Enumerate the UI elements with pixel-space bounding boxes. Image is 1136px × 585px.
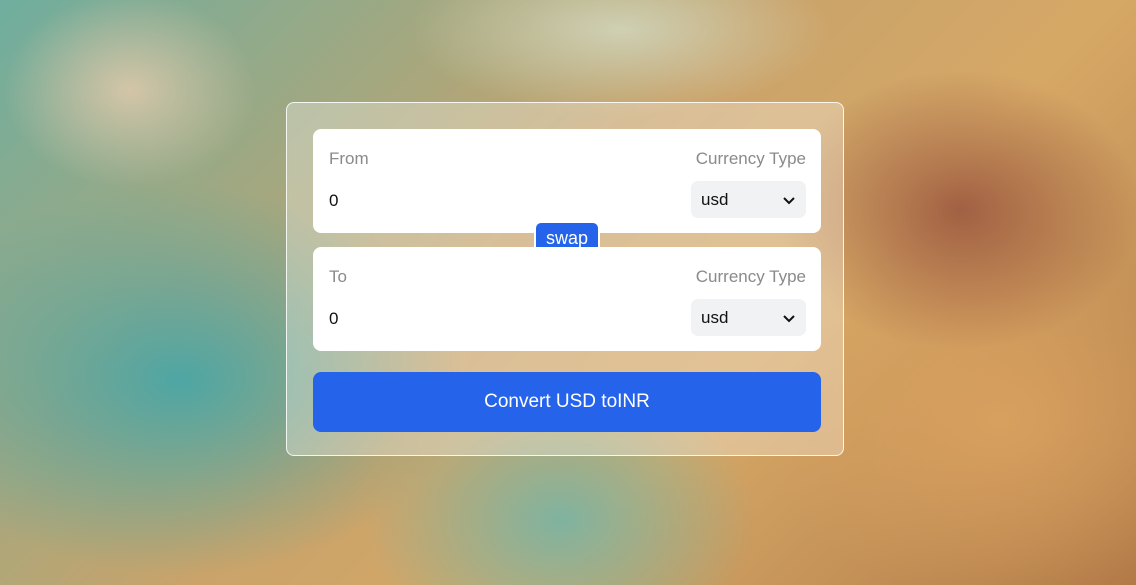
from-label: From bbox=[329, 149, 369, 168]
from-currency-select[interactable]: usd bbox=[691, 181, 806, 218]
to-currency-value: usd bbox=[701, 307, 729, 327]
from-section: From Currency Type 0 usd bbox=[313, 129, 821, 233]
from-currency-type-label: Currency Type bbox=[695, 149, 806, 168]
convert-button[interactable]: Convert USD toINR bbox=[313, 372, 821, 432]
to-currency-select[interactable]: usd bbox=[691, 299, 806, 336]
to-label: To bbox=[329, 267, 347, 286]
chevron-down-icon bbox=[783, 196, 795, 204]
from-currency-value: usd bbox=[701, 189, 729, 209]
to-amount-input[interactable]: 0 bbox=[329, 307, 629, 331]
chevron-down-icon bbox=[783, 314, 795, 322]
to-section: To Currency Type 0 usd bbox=[313, 247, 821, 351]
from-amount-input[interactable]: 0 bbox=[329, 189, 629, 213]
converter-card: From Currency Type 0 usd swap To Currenc… bbox=[286, 102, 844, 456]
to-currency-type-label: Currency Type bbox=[695, 267, 806, 286]
